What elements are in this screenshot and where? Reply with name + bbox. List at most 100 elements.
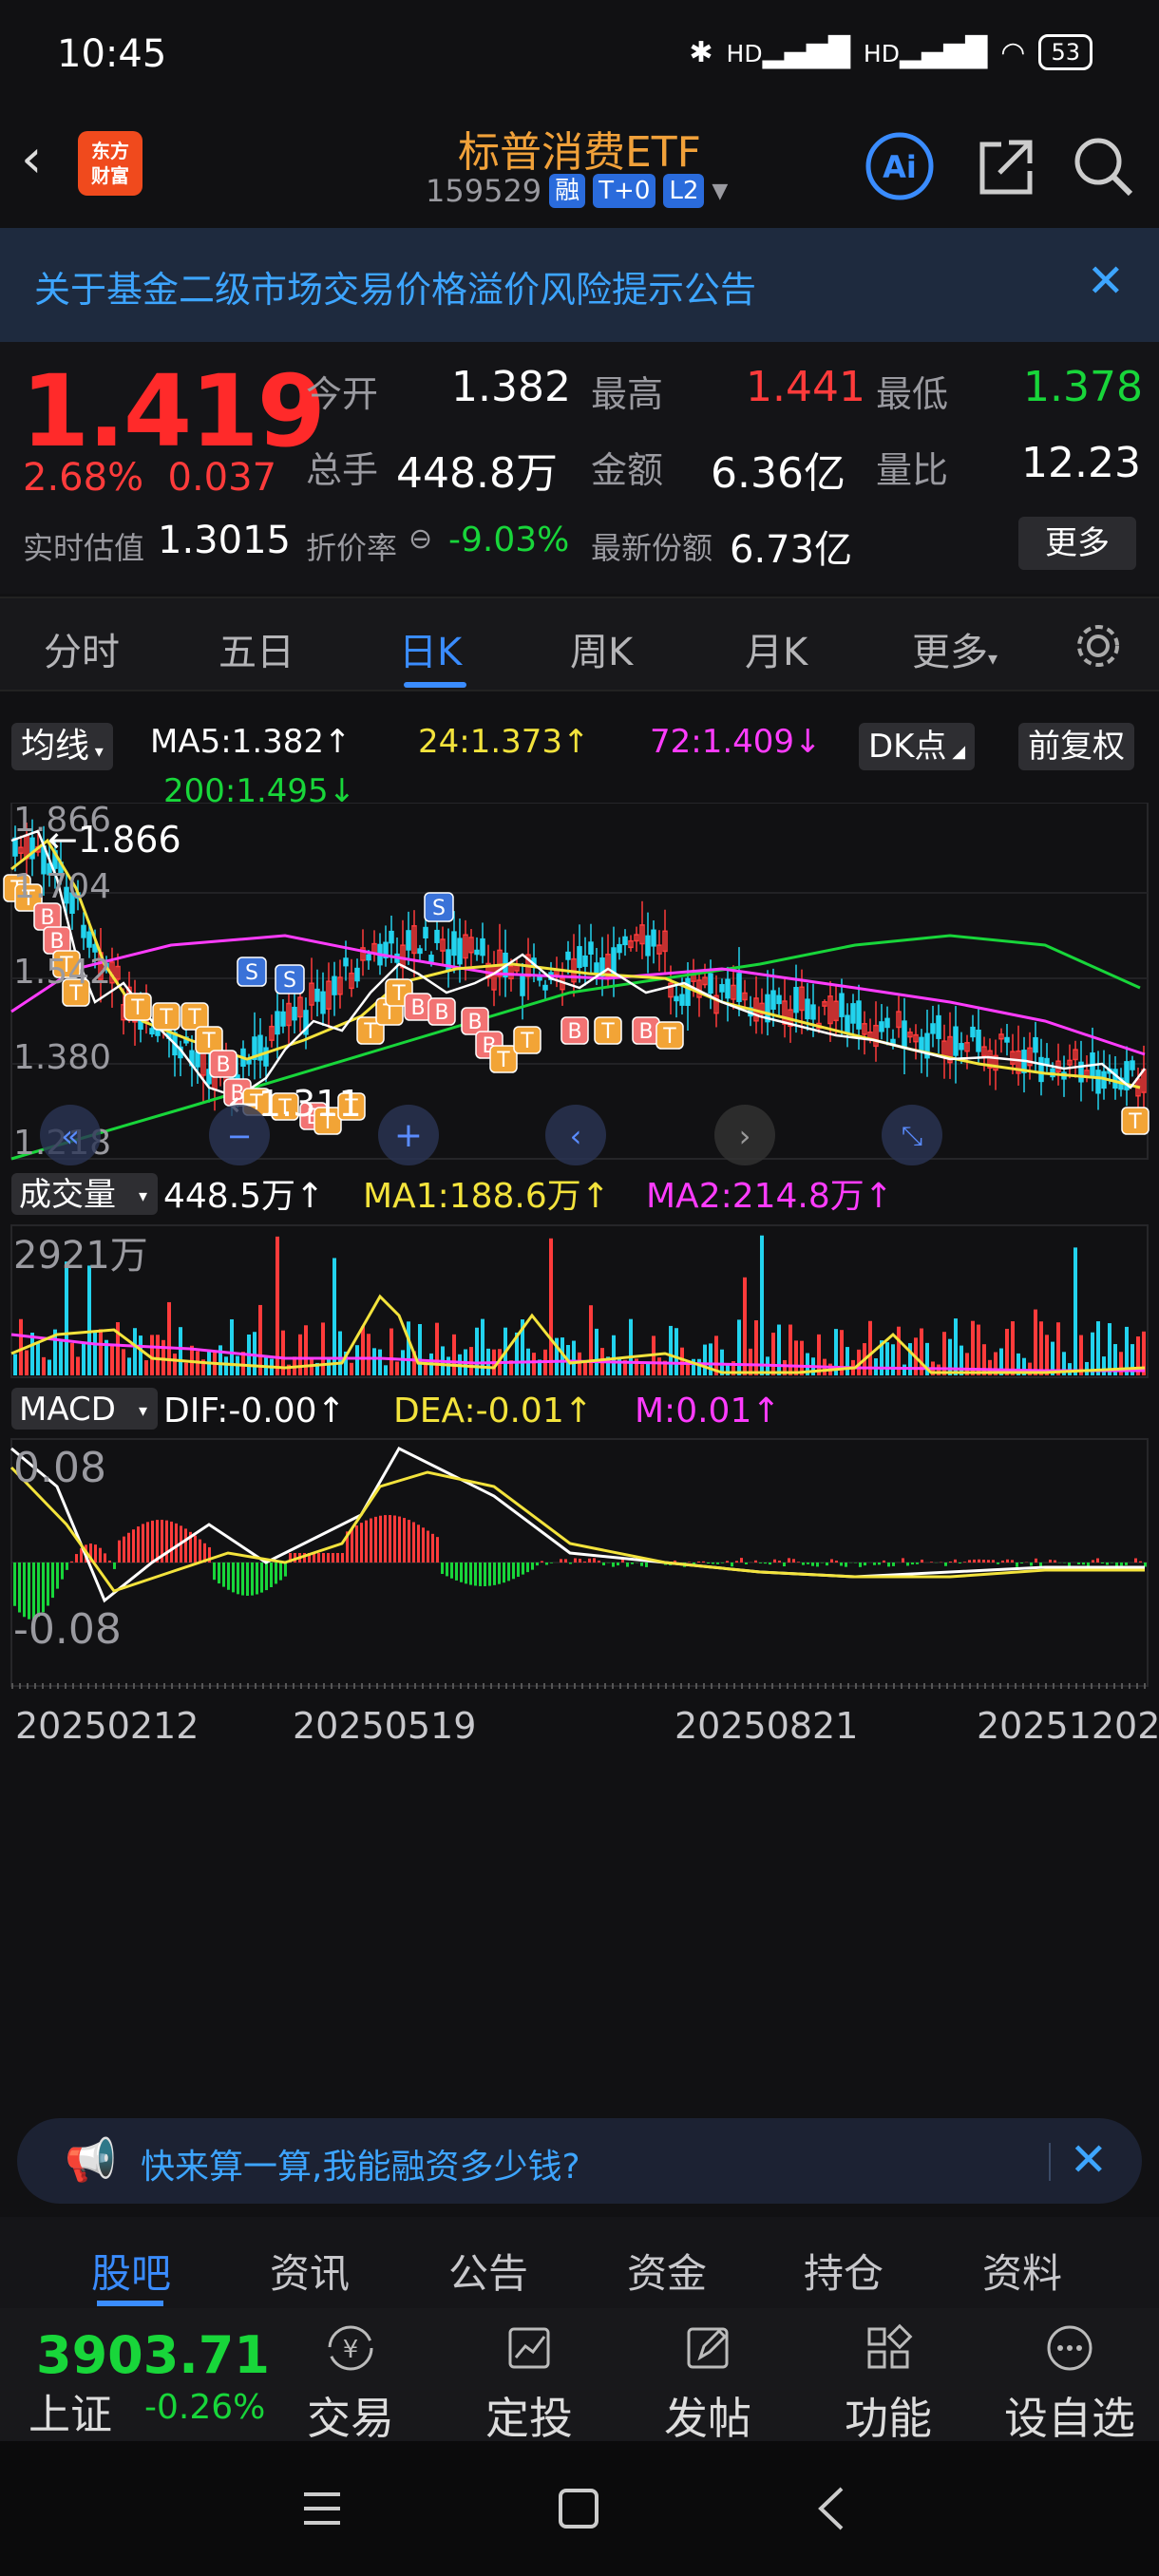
volume-bar	[87, 1265, 91, 1375]
volume-bar	[595, 1328, 598, 1375]
dk-button[interactable]: DK点 ◢	[859, 723, 976, 770]
volume-bar	[1085, 1361, 1089, 1375]
buy-marker: B	[404, 993, 432, 1021]
macd-bar	[355, 1525, 358, 1563]
volume-bar	[276, 1236, 279, 1375]
volume-bar	[646, 1363, 650, 1375]
chart-icon	[508, 2327, 550, 2369]
svg-text:B: B	[467, 1011, 482, 1034]
index-value[interactable]: 3903.71	[36, 2325, 270, 2385]
volume-bar	[908, 1343, 912, 1375]
candles-group	[12, 819, 1147, 1119]
svg-text:T: T	[662, 1025, 676, 1049]
volume-bar	[327, 1358, 331, 1375]
trade-button[interactable]: ¥ 交易	[289, 2320, 412, 2447]
chevron-down-icon[interactable]: ▼	[712, 180, 728, 203]
grid-icon	[867, 2323, 913, 2369]
candle	[263, 1047, 269, 1067]
macd-bar	[987, 1560, 990, 1563]
close-icon[interactable]: ✕	[1087, 255, 1125, 308]
svg-text:T: T	[201, 1030, 216, 1053]
tab-intraday[interactable]: 分时	[44, 621, 120, 676]
macd-bar	[949, 1562, 952, 1563]
close-icon[interactable]: ✕	[1070, 2133, 1108, 2187]
volume-bar	[532, 1353, 536, 1375]
macd-bar	[887, 1563, 890, 1567]
tab-profile[interactable]: 资料	[982, 2242, 1062, 2300]
macd-bar	[631, 1563, 634, 1564]
macd-selector-label[interactable]: MACD	[19, 1391, 116, 1429]
gear-icon[interactable]	[1072, 619, 1125, 672]
volume-bar	[218, 1345, 222, 1375]
volume-bar	[224, 1356, 228, 1375]
more-button[interactable]: 更多	[1018, 517, 1136, 570]
index-name[interactable]: 上证	[28, 2380, 112, 2441]
candle	[970, 1026, 976, 1038]
volume-bar	[1096, 1321, 1100, 1375]
macd-bar	[916, 1563, 919, 1564]
promo-banner[interactable]: 📢 快来算一算,我能融资多少钱? ✕	[17, 2118, 1142, 2204]
svg-text:B: B	[567, 1020, 581, 1044]
open-label: 今开	[306, 373, 379, 415]
macd-bar	[327, 1553, 330, 1563]
volume-bar	[754, 1320, 758, 1375]
post-button[interactable]: 发帖	[646, 2320, 770, 2447]
macd-bar	[1106, 1563, 1109, 1565]
tab-daily-k[interactable]: 日K	[399, 621, 462, 676]
svg-text:▾: ▾	[139, 1401, 147, 1421]
tab-more[interactable]: 更多▾	[912, 621, 998, 676]
info-icon[interactable]: ⊖	[408, 522, 432, 556]
axis-label-4: 1.380	[13, 1038, 111, 1077]
search-icon[interactable]	[1068, 131, 1138, 201]
svg-text:S: S	[245, 961, 258, 985]
tab-five-day[interactable]: 五日	[218, 621, 294, 676]
volume-bar	[36, 1341, 40, 1375]
ma-selector[interactable]: 均线 ▾	[11, 723, 113, 770]
ai-icon[interactable]: Ai	[864, 131, 935, 201]
notice-banner[interactable]: 关于基金二级市场交易价格溢价风险提示公告 ✕	[0, 228, 1159, 342]
auto-invest-button[interactable]: 定投	[467, 2320, 591, 2447]
volume-bar	[338, 1331, 342, 1375]
back-nav-icon[interactable]	[813, 2485, 851, 2532]
volume-value: 448.5万↑	[163, 1177, 324, 1216]
tab-weekly-k[interactable]: 周K	[570, 621, 633, 676]
buy-marker: B	[33, 902, 62, 931]
menu-icon[interactable]	[300, 2489, 344, 2529]
adjust-button[interactable]: 前复权	[1018, 723, 1134, 770]
macd-bar	[251, 1563, 254, 1596]
macd-bar	[859, 1563, 862, 1567]
macd-bar	[256, 1563, 258, 1595]
tab-news[interactable]: 资讯	[270, 2242, 350, 2300]
svg-text:T: T	[520, 1030, 534, 1053]
macd-bar	[973, 1559, 976, 1563]
date-label-4: 20251202	[977, 1705, 1159, 1747]
macd-bar	[702, 1561, 705, 1563]
kline-chart[interactable]: TTBBTTTTTTBBTTBTTTTTBBBBTTBTBTTSSS 1.866…	[0, 803, 1159, 1857]
volume-bar	[372, 1348, 376, 1375]
active-bottom-tab-indicator	[97, 2301, 163, 2306]
home-icon[interactable]	[557, 2487, 600, 2530]
notice-text[interactable]: 关于基金二级市场交易价格溢价风险提示公告	[34, 260, 756, 313]
add-watchlist-button[interactable]: 设自选	[1003, 2320, 1136, 2447]
macd-bar	[175, 1523, 178, 1563]
share-icon[interactable]	[971, 131, 1041, 201]
functions-button[interactable]: 功能	[826, 2320, 950, 2447]
volume-bar	[321, 1322, 325, 1375]
volume-selector-label[interactable]: 成交量	[19, 1176, 116, 1214]
tab-funds[interactable]: 资金	[627, 2242, 707, 2300]
candle	[474, 949, 480, 956]
macd-bar	[1082, 1563, 1085, 1565]
macd-bar	[612, 1563, 615, 1567]
macd-bar	[560, 1559, 562, 1563]
macd-bar	[265, 1563, 268, 1591]
macd-bar	[731, 1563, 733, 1567]
macd-bar	[417, 1525, 420, 1563]
tab-announcements[interactable]: 公告	[448, 2242, 528, 2300]
tab-holdings[interactable]: 持仓	[804, 2242, 884, 2300]
tab-forum[interactable]: 股吧	[91, 2242, 171, 2300]
svg-text:T: T	[391, 982, 406, 1006]
period-tabs: 分时 五日 日K 周K 月K 更多▾	[0, 597, 1159, 691]
tab-monthly-k[interactable]: 月K	[745, 621, 808, 676]
promo-text[interactable]: 快来算一算,我能融资多少钱?	[141, 2139, 580, 2188]
macd-bar	[108, 1560, 111, 1563]
